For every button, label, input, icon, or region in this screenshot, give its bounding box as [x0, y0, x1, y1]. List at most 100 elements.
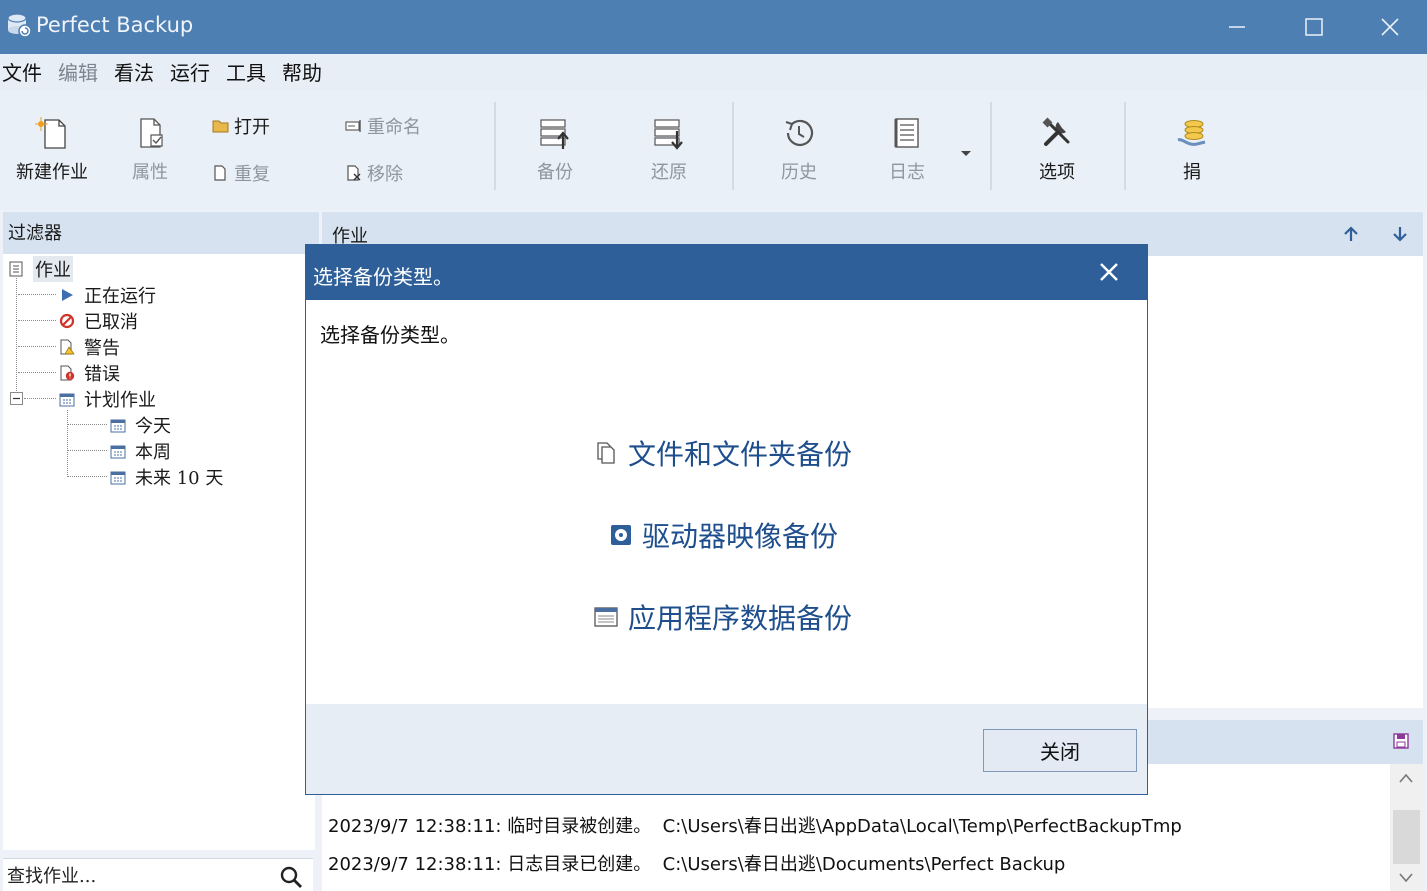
job-search-input[interactable] [5, 862, 275, 890]
restore-label: 还原 [651, 162, 687, 183]
options-label: 选项 [1039, 162, 1075, 183]
remove-button[interactable]: 移除 [345, 160, 403, 186]
tree-item-error[interactable]: 错误 [58, 360, 120, 386]
donate-button[interactable]: 捐 [1168, 116, 1216, 184]
tree-line [67, 424, 107, 425]
calendar-icon [109, 468, 127, 486]
drive-image-backup-label: 驱动器映像备份 [642, 520, 839, 553]
history-button[interactable]: 历史 [770, 116, 828, 184]
backup-type-dialog: 选择备份类型。 选择备份类型。 文件和文件夹备份 驱动器映像备份 应用程序数据备… [305, 244, 1148, 795]
tree-line [18, 346, 56, 347]
toolbar-separator [990, 102, 992, 190]
tree-line [18, 372, 56, 373]
save-log-button[interactable] [1393, 733, 1409, 753]
file-folder-backup-option[interactable]: 文件和文件夹备份 [596, 433, 852, 473]
copy-files-icon [596, 441, 618, 465]
log-scrollbar[interactable] [1390, 764, 1423, 891]
log-label: 日志 [889, 162, 925, 183]
app-data-backup-option[interactable]: 应用程序数据备份 [594, 597, 852, 637]
tree-collapse-toggle[interactable] [10, 392, 23, 405]
log-entry: 2023/9/7 12:38:11: 临时目录被创建。 C:\Users\春日出… [328, 812, 1182, 838]
warning-icon [58, 338, 76, 356]
properties-button[interactable]: 属性 [122, 116, 178, 184]
open-button[interactable]: 打开 [212, 113, 270, 139]
backup-button[interactable]: 备份 [526, 116, 584, 184]
dialog-close-button[interactable]: 关闭 [983, 729, 1137, 772]
tree-item-today[interactable]: 今天 [109, 412, 171, 438]
tree-line [16, 278, 17, 399]
log-entry: 2023/9/7 12:38:11: 日志目录已创建。 C:\Users\春日出… [328, 850, 1065, 876]
restore-icon [654, 119, 683, 150]
options-button[interactable]: 选项 [1028, 116, 1086, 184]
tree-item-jobs[interactable]: 作业 [7, 256, 73, 282]
filter-panel-title: 过滤器 [8, 223, 62, 244]
maximize-icon [1305, 18, 1323, 36]
chevron-down-icon[interactable] [1398, 872, 1414, 884]
menu-tools[interactable]: 工具 [226, 57, 266, 86]
rename-button[interactable]: 重命名 [345, 113, 421, 139]
search-icon[interactable] [279, 865, 303, 889]
tree-item-next-10-days[interactable]: 未来 10 天 [109, 464, 223, 490]
repeat-button[interactable]: 重复 [212, 160, 270, 186]
log-book-icon [894, 118, 919, 148]
tree-line [67, 450, 107, 451]
tree-item-running[interactable]: 正在运行 [58, 282, 156, 308]
remove-document-icon [347, 165, 361, 181]
drive-image-backup-option[interactable]: 驱动器映像备份 [610, 515, 838, 555]
menu-run[interactable]: 运行 [170, 57, 210, 86]
calendar-icon [58, 390, 76, 408]
minimize-button[interactable] [1199, 0, 1275, 54]
chevron-up-icon[interactable] [1398, 772, 1414, 784]
save-icon [1393, 733, 1409, 749]
arrow-down-icon [1393, 227, 1407, 242]
menu-help[interactable]: 帮助 [282, 57, 322, 86]
close-window-button[interactable] [1352, 0, 1427, 54]
tree-item-cancelled[interactable]: 已取消 [58, 308, 138, 334]
repeat-label: 重复 [234, 164, 270, 185]
move-down-button[interactable] [1391, 225, 1409, 247]
restore-button[interactable]: 还原 [640, 116, 698, 184]
calendar-icon [109, 416, 127, 434]
application-window-icon [594, 605, 618, 629]
calendar-icon [109, 442, 127, 460]
file-folder-backup-label: 文件和文件夹备份 [628, 438, 853, 471]
coins-icon [1177, 120, 1206, 146]
toolbar-separator [494, 102, 496, 190]
tree-line [24, 398, 56, 399]
menu-file[interactable]: 文件 [2, 57, 42, 86]
log-button[interactable]: 日志 [878, 116, 936, 184]
tree-item-error-label: 错误 [84, 364, 120, 385]
log-dropdown-arrow[interactable] [960, 143, 972, 162]
properties-label: 属性 [132, 162, 168, 183]
app-data-backup-label: 应用程序数据备份 [628, 602, 853, 635]
folder-open-icon [212, 120, 229, 133]
new-job-button[interactable]: 新建作业 [12, 116, 92, 184]
scroll-thumb[interactable] [1393, 810, 1420, 864]
log-entry-path: C:\Users\春日出逃\AppData\Local\Temp\Perfect… [662, 816, 1182, 837]
tree-item-scheduled[interactable]: 计划作业 [58, 386, 156, 412]
log-entry-timestamp: 2023/9/7 12:38:11: [328, 854, 508, 875]
move-up-button[interactable] [1342, 225, 1360, 247]
menu-edit[interactable]: 编辑 [58, 57, 98, 86]
tree-item-running-label: 正在运行 [84, 286, 156, 307]
dialog-close-icon[interactable] [1096, 259, 1122, 285]
tree-item-warning[interactable]: 警告 [58, 334, 120, 360]
window-title: Perfect Backup [36, 13, 194, 37]
remove-label: 移除 [367, 164, 403, 185]
play-icon [58, 286, 76, 304]
log-entry-timestamp: 2023/9/7 12:38:11: [328, 816, 508, 837]
backup-icon [540, 119, 569, 149]
new-job-label: 新建作业 [16, 162, 88, 183]
tree-item-this-week[interactable]: 本周 [109, 438, 171, 464]
tree-item-jobs-label: 作业 [33, 256, 73, 282]
toolbar-separator [1124, 102, 1126, 190]
tree-line [18, 294, 56, 295]
maximize-button[interactable] [1276, 0, 1352, 54]
menu-view[interactable]: 看法 [114, 57, 154, 86]
log-entry-message: 日志目录已创建。 [507, 854, 652, 875]
tree-item-this-week-label: 本周 [135, 442, 171, 463]
tree-item-today-label: 今天 [135, 416, 171, 437]
tools-icon [1042, 117, 1070, 146]
tree-item-warning-label: 警告 [84, 338, 120, 359]
log-entry-path: C:\Users\春日出逃\Documents\Perfect Backup [662, 854, 1066, 875]
